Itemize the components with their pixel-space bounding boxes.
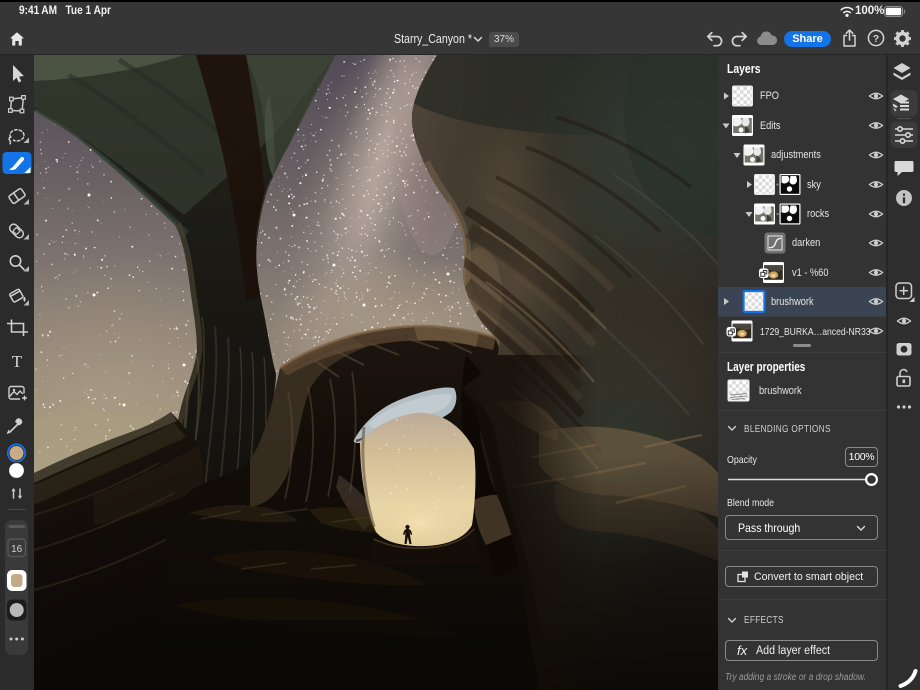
svg-text:?: ? [873, 33, 879, 45]
svg-text:16: 16 [11, 544, 23, 555]
svg-text:T: T [12, 352, 23, 371]
